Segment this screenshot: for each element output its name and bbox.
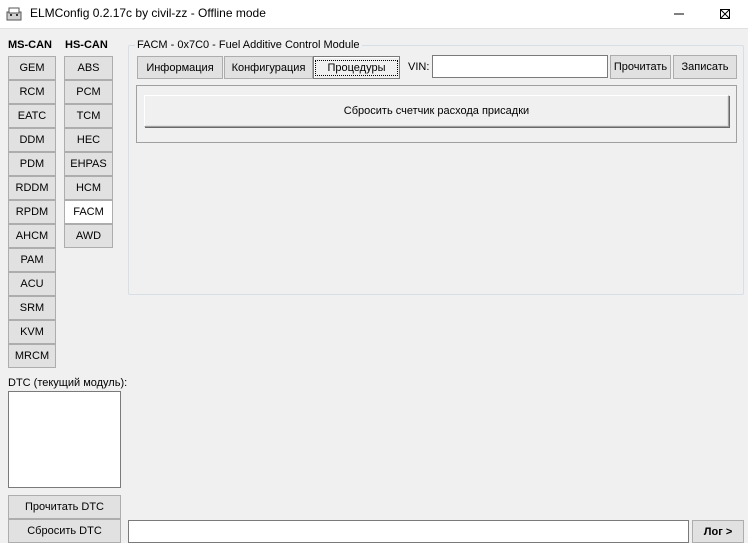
hs-can-header: HS-CAN	[65, 39, 108, 51]
ms-can-module-button-9[interactable]: ACU	[8, 272, 56, 296]
log-button[interactable]: Лог >	[692, 520, 744, 543]
hs-can-module-button-1[interactable]: PCM	[64, 80, 113, 104]
vin-write-button[interactable]: Записать	[673, 55, 737, 79]
ms-can-module-button-7[interactable]: AHCM	[8, 224, 56, 248]
read-dtc-button[interactable]: Прочитать DTC	[8, 495, 121, 519]
close-icon	[720, 9, 730, 19]
ms-can-module-button-6[interactable]: RPDM	[8, 200, 56, 224]
title-bar: ELMConfig 0.2.17c by civil-zz - Offline …	[0, 0, 748, 29]
ms-can-module-button-5[interactable]: RDDM	[8, 176, 56, 200]
tab-info[interactable]: Информация	[137, 56, 223, 79]
vin-read-button[interactable]: Прочитать	[610, 55, 671, 79]
ms-can-module-button-12[interactable]: MRCM	[8, 344, 56, 368]
ms-can-module-button-11[interactable]: KVM	[8, 320, 56, 344]
reset-additive-counter-button[interactable]: Сбросить счетчик расхода присадки	[144, 95, 729, 127]
minimize-button[interactable]	[656, 0, 702, 28]
ms-can-module-button-8[interactable]: PAM	[8, 248, 56, 272]
ms-can-header: MS-CAN	[8, 39, 52, 51]
hs-can-module-button-4[interactable]: EHPAS	[64, 152, 113, 176]
ms-can-module-button-0[interactable]: GEM	[8, 56, 56, 80]
log-field[interactable]	[128, 520, 689, 543]
hs-can-module-button-3[interactable]: HEC	[64, 128, 113, 152]
window-title: ELMConfig 0.2.17c by civil-zz - Offline …	[30, 6, 266, 20]
tab-procedures-label: Процедуры	[315, 59, 398, 76]
dtc-list[interactable]	[8, 391, 121, 488]
vin-label: VIN:	[408, 61, 430, 73]
close-button[interactable]	[702, 0, 748, 28]
ms-can-module-button-10[interactable]: SRM	[8, 296, 56, 320]
ms-can-module-button-4[interactable]: PDM	[8, 152, 56, 176]
ms-can-module-button-2[interactable]: EATC	[8, 104, 56, 128]
module-group-title: FACM - 0x7C0 - Fuel Additive Control Mod…	[135, 39, 362, 51]
vin-input[interactable]	[432, 55, 608, 78]
minimize-icon	[674, 13, 684, 15]
app-icon	[6, 6, 22, 22]
module-groupbox	[128, 45, 744, 295]
ms-can-module-button-1[interactable]: RCM	[8, 80, 56, 104]
hs-can-module-button-6[interactable]: FACM	[64, 200, 113, 224]
tab-procedures[interactable]: Процедуры	[313, 56, 400, 79]
hs-can-module-button-7[interactable]: AWD	[64, 224, 113, 248]
tab-config[interactable]: Конфигурация	[224, 56, 313, 79]
hs-can-module-button-0[interactable]: ABS	[64, 56, 113, 80]
ms-can-module-button-3[interactable]: DDM	[8, 128, 56, 152]
reset-dtc-button[interactable]: Сбросить DTC	[8, 519, 121, 543]
hs-can-module-button-5[interactable]: HCM	[64, 176, 113, 200]
dtc-label: DTC (текущий модуль):	[8, 377, 128, 389]
hs-can-module-button-2[interactable]: TCM	[64, 104, 113, 128]
